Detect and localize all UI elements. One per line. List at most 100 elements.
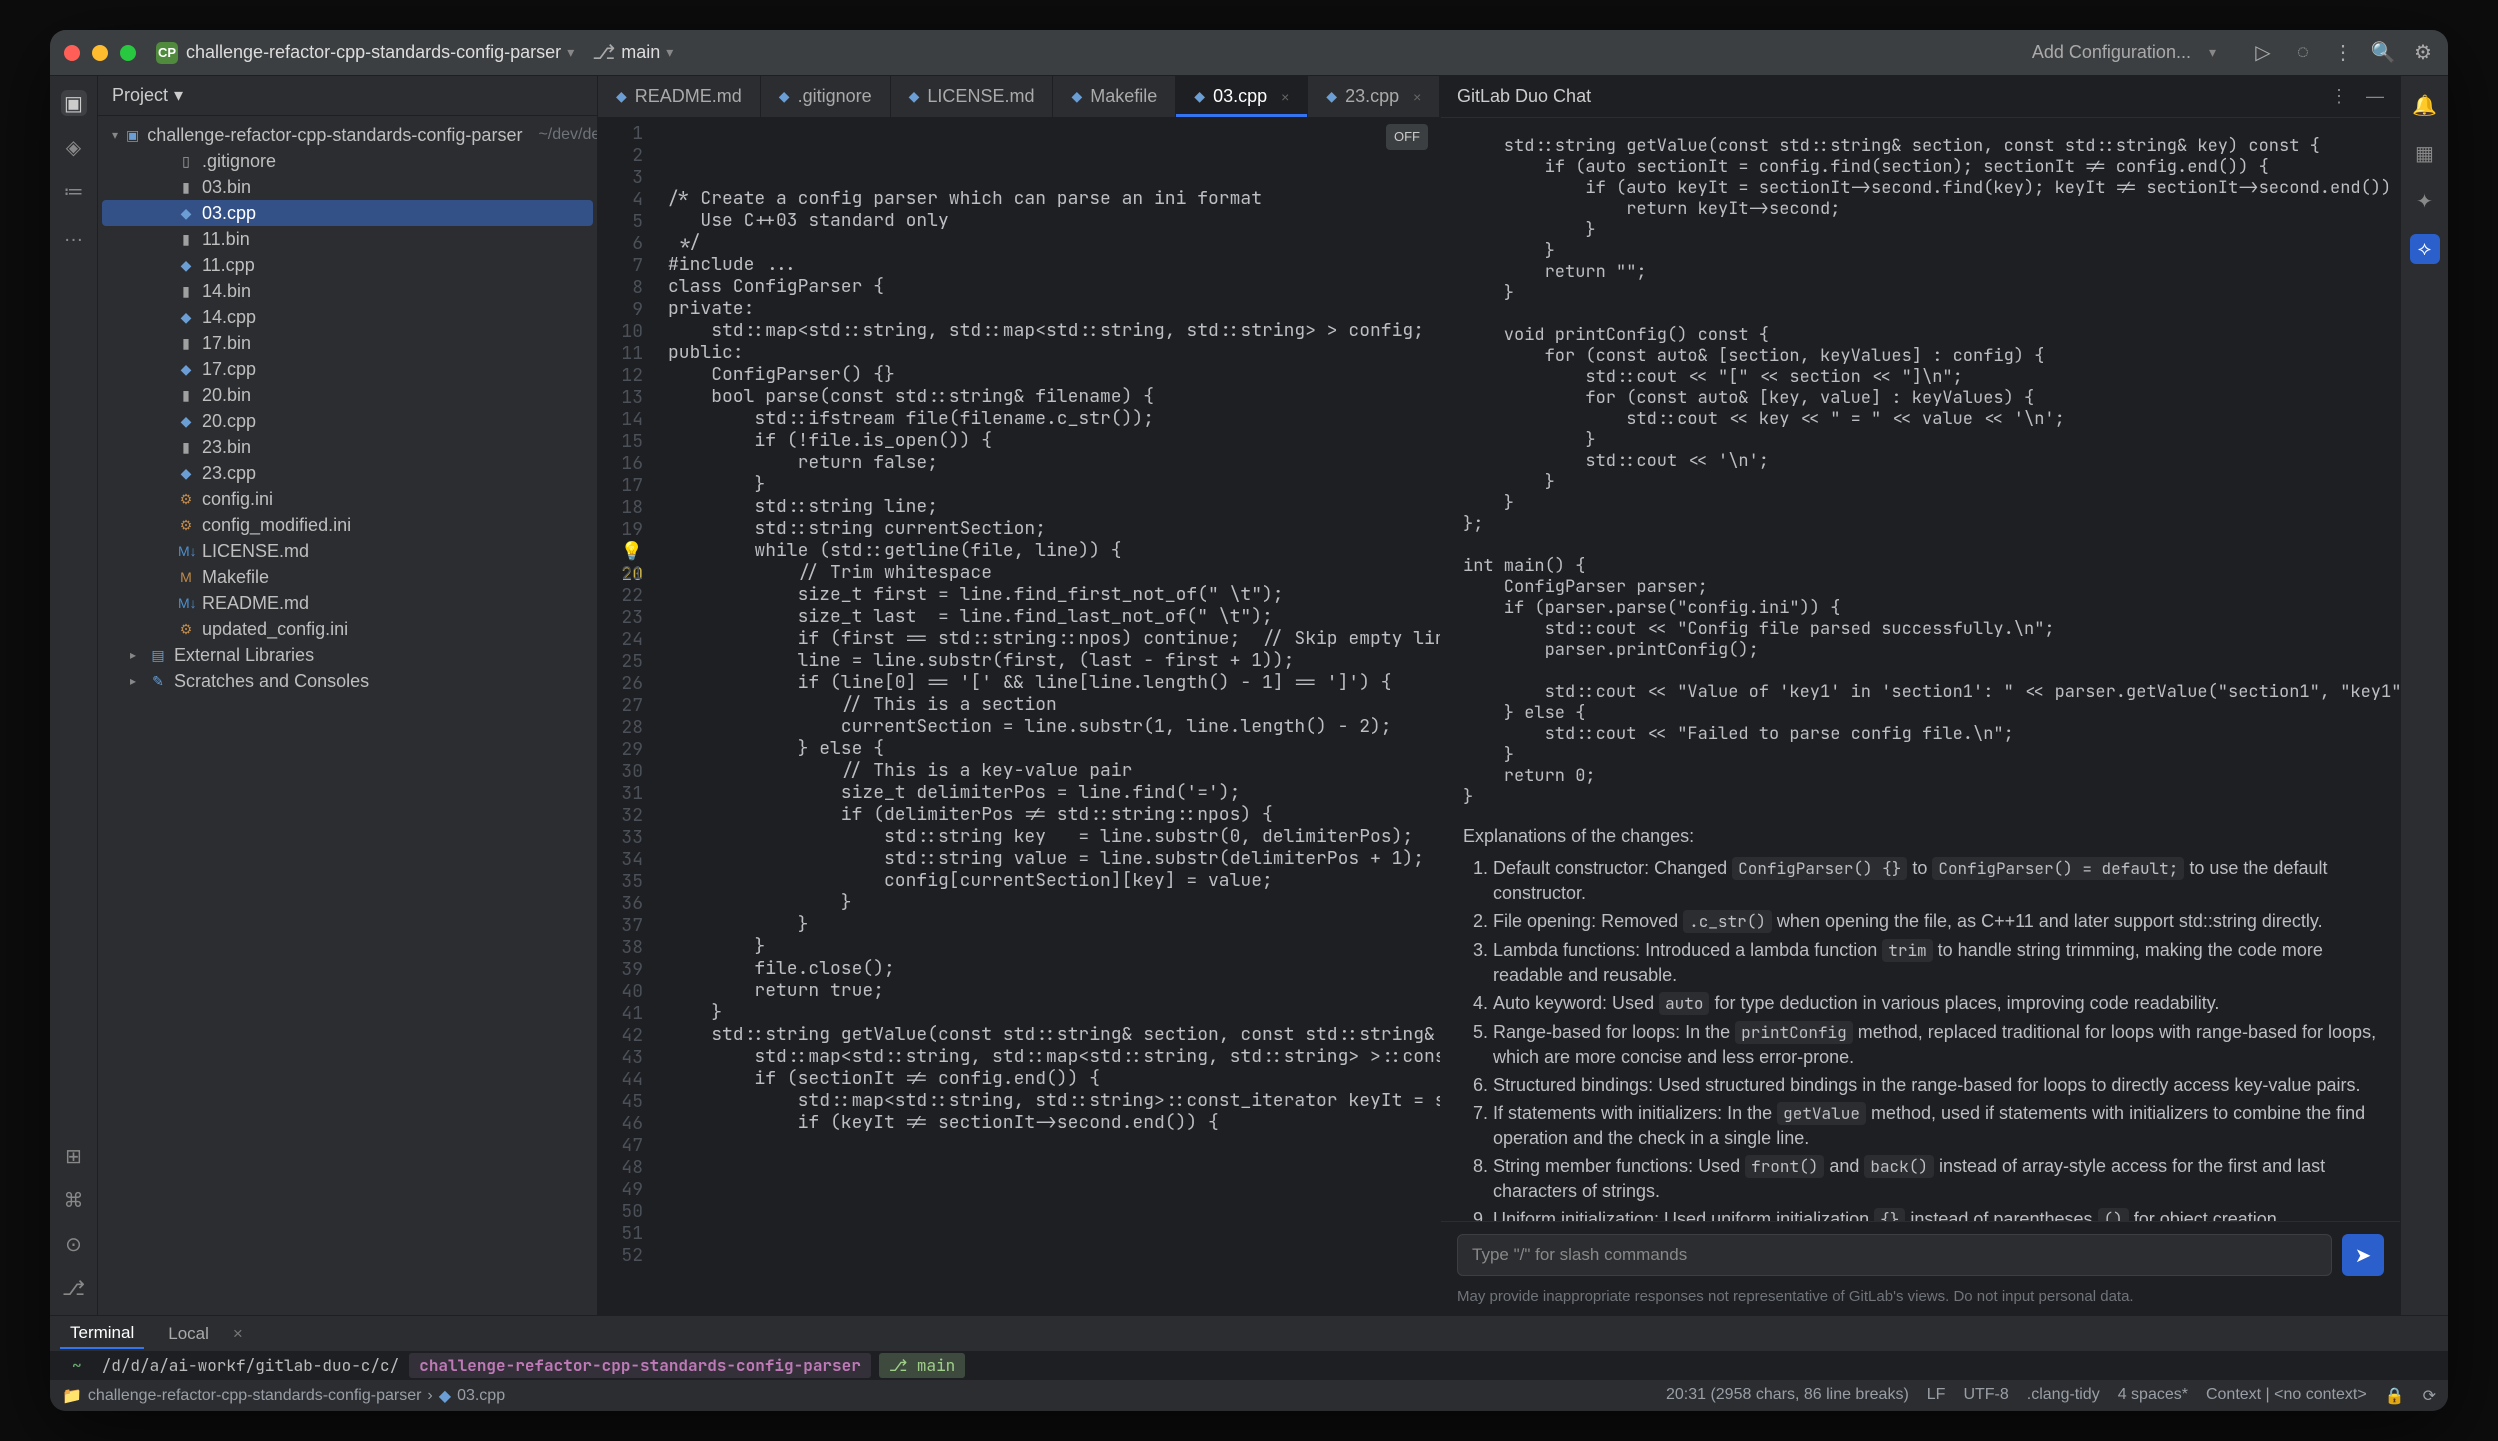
more-icon[interactable]: ⋮: [2332, 42, 2354, 64]
tree-file-17-cpp[interactable]: ◆17.cpp: [102, 356, 593, 382]
code-line[interactable]: config[currentSection][key] = value;: [668, 870, 1440, 892]
line-number[interactable]: 32: [598, 804, 653, 826]
gitlab-duo-chat-button[interactable]: ⟡: [2410, 234, 2440, 264]
status-clang-tidy[interactable]: .clang-tidy: [2027, 1386, 2100, 1406]
tree-file-20-cpp[interactable]: ◆20.cpp: [102, 408, 593, 434]
code-line[interactable]: std::map<std::string, std::map<std::stri…: [668, 1046, 1440, 1068]
code-line[interactable]: size_t last = line.find_last_not_of(" \t…: [668, 606, 1440, 628]
code-line[interactable]: class ConfigParser {: [668, 276, 1440, 298]
code-line[interactable]: if (!file.is_open()) {: [668, 430, 1440, 452]
line-number[interactable]: 8: [598, 276, 653, 298]
line-number[interactable]: 37: [598, 914, 653, 936]
status-sync-icon[interactable]: ⟳: [2423, 1386, 2436, 1406]
code-line[interactable]: // Trim whitespace: [668, 562, 1440, 584]
line-number[interactable]: 43: [598, 1046, 653, 1068]
status-indent[interactable]: 4 spaces*: [2118, 1386, 2188, 1406]
code-line[interactable]: return true;: [668, 980, 1440, 1002]
tree-file-11-bin[interactable]: ▮11.bin: [102, 226, 593, 252]
code-line[interactable]: Use C++03 standard only: [668, 210, 1440, 232]
notifications-icon[interactable]: 🔔: [2410, 90, 2440, 120]
chat-body[interactable]: std::string getValue(const std::string& …: [1441, 118, 2400, 1221]
line-number[interactable]: 47: [598, 1134, 653, 1156]
line-number[interactable]: 3: [598, 166, 653, 188]
status-file-crumb[interactable]: 03.cpp: [457, 1387, 505, 1405]
tree-file-23-bin[interactable]: ▮23.bin: [102, 434, 593, 460]
status-project-crumb[interactable]: challenge-refactor-cpp-standards-config-…: [88, 1387, 422, 1405]
code-line[interactable]: }: [668, 1002, 1440, 1024]
code-line[interactable]: }: [668, 936, 1440, 958]
tree-scratches[interactable]: ▸✎Scratches and Consoles: [102, 668, 593, 694]
more-tools-icon[interactable]: …: [61, 222, 87, 248]
database-tool-icon[interactable]: ▦: [2410, 138, 2440, 168]
tree-file-17-bin[interactable]: ▮17.bin: [102, 330, 593, 356]
code-line[interactable]: private:: [668, 298, 1440, 320]
code-line[interactable]: std::string currentSection;: [668, 518, 1440, 540]
settings-icon[interactable]: ⚙: [2412, 42, 2434, 64]
line-number[interactable]: 41: [598, 1002, 653, 1024]
terminal[interactable]: ~ /d/d/a/ai-workf/gitlab-duo-c/c/ challe…: [50, 1351, 2448, 1379]
tab-Makefile[interactable]: ◆Makefile: [1053, 76, 1176, 117]
line-number[interactable]: 14: [598, 408, 653, 430]
run-icon[interactable]: ▷: [2252, 42, 2274, 64]
code-line[interactable]: return false;: [668, 452, 1440, 474]
line-number[interactable]: 38: [598, 936, 653, 958]
line-number[interactable]: 22: [598, 584, 653, 606]
line-number[interactable]: 34: [598, 848, 653, 870]
line-number[interactable]: 27: [598, 694, 653, 716]
inspection-off-badge[interactable]: OFF: [1386, 124, 1428, 150]
tree-file-LICENSE-md[interactable]: M↓LICENSE.md: [102, 538, 593, 564]
line-number[interactable]: 💡 20: [598, 540, 653, 562]
line-number[interactable]: 4: [598, 188, 653, 210]
tree-file-14-cpp[interactable]: ◆14.cpp: [102, 304, 593, 330]
code-editor[interactable]: OFF /* Create a config parser which can …: [654, 118, 1440, 1315]
chevron-right-icon[interactable]: ▸: [130, 648, 142, 662]
code-line[interactable]: bool parse(const std::string& filename) …: [668, 386, 1440, 408]
code-line[interactable]: std::string getValue(const std::string& …: [668, 1024, 1440, 1046]
line-number[interactable]: 19: [598, 518, 653, 540]
tab-23-cpp[interactable]: ◆23.cpp×: [1308, 76, 1440, 117]
line-number[interactable]: 48: [598, 1156, 653, 1178]
code-line[interactable]: while (std::getline(file, line)) {: [668, 540, 1440, 562]
tab--gitignore[interactable]: ◆.gitignore: [761, 76, 891, 117]
chevron-down-icon[interactable]: ▾: [2209, 44, 2216, 61]
chat-input[interactable]: Type "/" for slash commands: [1457, 1234, 2332, 1276]
code-line[interactable]: public:: [668, 342, 1440, 364]
tree-file-20-bin[interactable]: ▮20.bin: [102, 382, 593, 408]
close-tab-icon[interactable]: ×: [1281, 89, 1289, 105]
tree-file-03-bin[interactable]: ▮03.bin: [102, 174, 593, 200]
terminal-tab[interactable]: Terminal: [60, 1319, 144, 1349]
problems-tool-icon[interactable]: ⊙: [61, 1231, 87, 1257]
tree-file-03-cpp[interactable]: ◆03.cpp: [102, 200, 593, 226]
tree-file-config-ini[interactable]: ⚙config.ini: [102, 486, 593, 512]
code-line[interactable]: if (keyIt != sectionIt->second.end()) {: [668, 1112, 1440, 1134]
line-number[interactable]: 49: [598, 1178, 653, 1200]
code-line[interactable]: /* Create a config parser which can pars…: [668, 188, 1440, 210]
chat-minimize-icon[interactable]: —: [2366, 86, 2384, 107]
code-line[interactable]: line = line.substr(first, (last - first …: [668, 650, 1440, 672]
tree-file-11-cpp[interactable]: ◆11.cpp: [102, 252, 593, 278]
line-number[interactable]: 11: [598, 342, 653, 364]
line-number[interactable]: 40: [598, 980, 653, 1002]
code-line[interactable]: currentSection = line.substr(1, line.len…: [668, 716, 1440, 738]
code-line[interactable]: ConfigParser() {}: [668, 364, 1440, 386]
line-number[interactable]: 51: [598, 1222, 653, 1244]
line-number[interactable]: 28: [598, 716, 653, 738]
code-line[interactable]: std::ifstream file(filename.c_str());: [668, 408, 1440, 430]
line-number[interactable]: 45: [598, 1090, 653, 1112]
line-number[interactable]: 50: [598, 1200, 653, 1222]
status-context[interactable]: Context | <no context>: [2206, 1386, 2367, 1406]
code-line[interactable]: } else {: [668, 738, 1440, 760]
code-line[interactable]: size_t first = line.find_first_not_of(" …: [668, 584, 1440, 606]
chevron-down-icon[interactable]: ▾: [666, 44, 673, 61]
project-tool-icon[interactable]: ▣: [61, 90, 87, 116]
chevron-down-icon[interactable]: ▾: [174, 85, 183, 106]
minimize-window-icon[interactable]: [92, 45, 108, 61]
code-line[interactable]: std::map<std::string, std::string>::cons…: [668, 1090, 1440, 1112]
line-number[interactable]: 6: [598, 232, 653, 254]
commit-tool-icon[interactable]: ◈: [61, 134, 87, 160]
tree-file-14-bin[interactable]: ▮14.bin: [102, 278, 593, 304]
stop-icon[interactable]: ◌: [2292, 42, 2314, 64]
line-number[interactable]: 46: [598, 1112, 653, 1134]
chevron-down-icon[interactable]: ▾: [112, 128, 118, 142]
line-number[interactable]: 42: [598, 1024, 653, 1046]
